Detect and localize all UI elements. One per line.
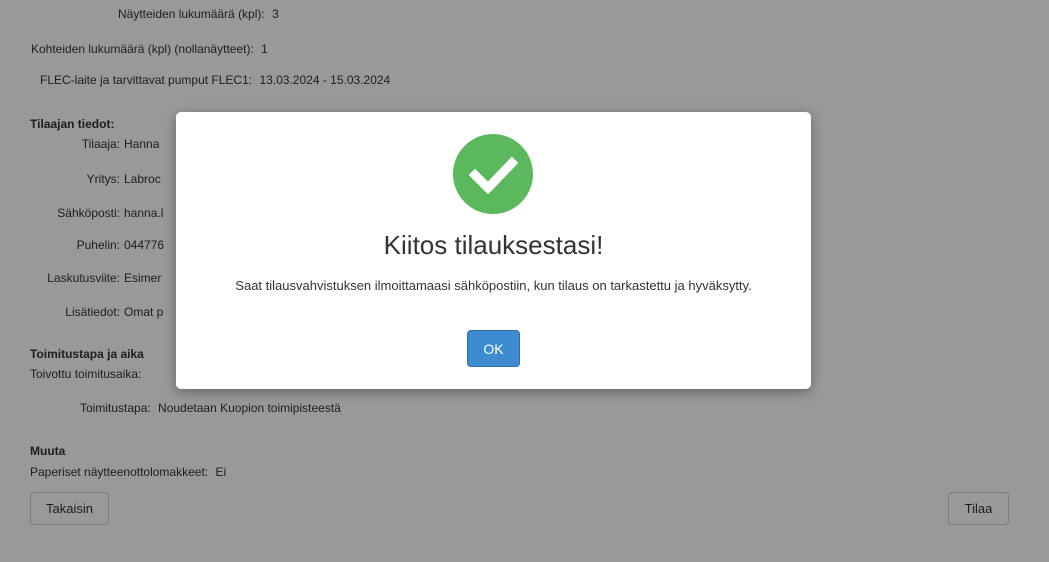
success-dialog: Kiitos tilauksestasi! Saat tilausvahvist… xyxy=(176,112,811,389)
dialog-message: Saat tilausvahvistuksen ilmoittamaasi sä… xyxy=(235,278,752,293)
success-check-icon xyxy=(453,134,533,214)
dialog-title: Kiitos tilauksestasi! xyxy=(383,230,604,260)
ok-button[interactable]: OK xyxy=(467,330,520,367)
